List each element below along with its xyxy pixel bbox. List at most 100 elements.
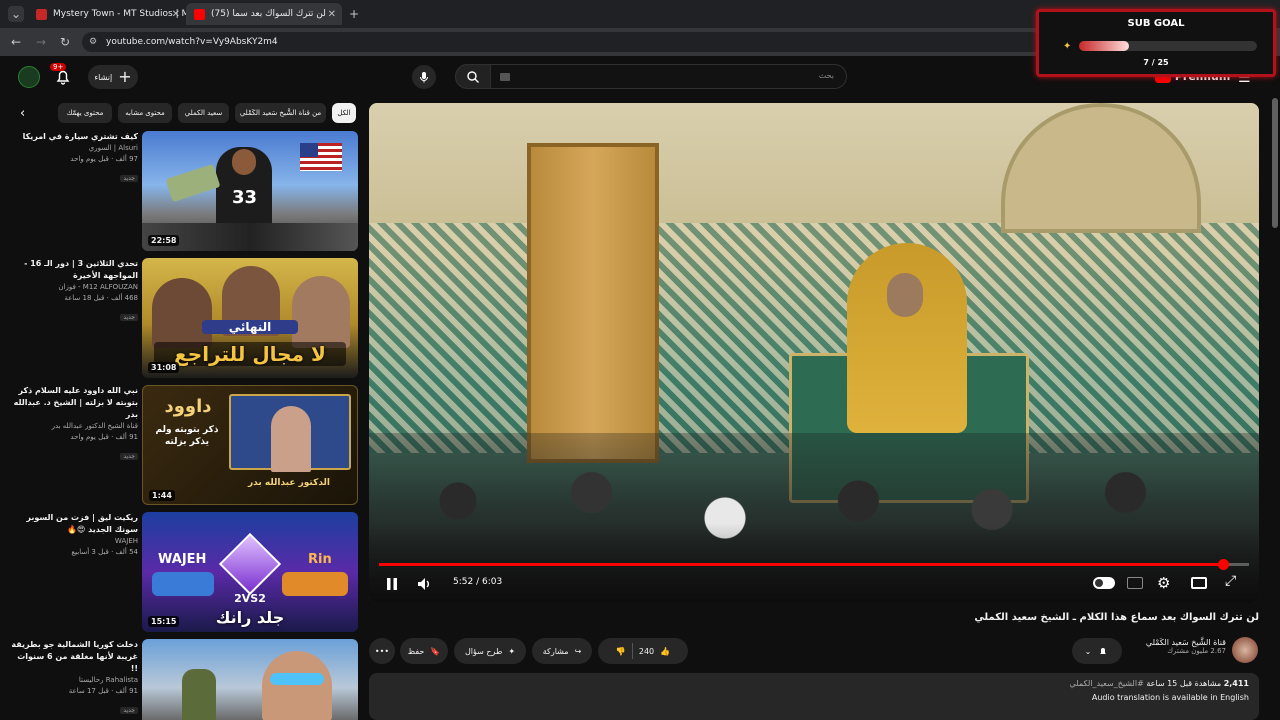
pause-button[interactable] [383,575,401,593]
progress-fill [379,563,1223,566]
sheikh-graphic [847,243,967,433]
video-player[interactable]: 5:52 / 6:03 ⚙ ⤢ [369,103,1259,603]
person-graphic [292,276,350,348]
more-actions-button[interactable]: ••• [369,638,395,664]
new-tab-icon[interactable]: + [346,6,362,22]
microphone-icon [420,72,428,83]
create-button[interactable]: إنشاء + [88,65,138,89]
related-info[interactable]: كيف تشتري سيارة في امريكا Alsuri | السور… [10,131,138,184]
subtitles-icon[interactable] [1127,577,1143,589]
related-info[interactable]: ريكيت ليق | فزت من السوبر سونك الجديد 😍🔥… [10,512,138,558]
chip-all[interactable]: الكل [332,103,356,123]
tab-favicon-icon [36,8,47,20]
bookmark-icon: 🔖 [430,646,441,656]
notification-count-badge: 9+ [50,63,67,71]
save-label: حفظ [407,646,425,656]
time-display: 5:52 / 6:03 [453,577,503,587]
site-info-icon[interactable]: ⚙ [89,32,97,52]
related-meta: 54 ألف · قبل 3 أسابيع [71,548,138,556]
miniplayer-icon[interactable] [1191,577,1207,589]
thumb-vs-text: 2VS2 [234,592,266,605]
sub-goal-progress-fill [1079,41,1129,51]
chip-for-you[interactable]: محتوى يهمّك [58,103,112,123]
flag-graphic [300,143,342,171]
bell-icon [1100,648,1107,654]
video-duration: 31:08 [148,362,180,373]
share-button[interactable]: مشاركة ↪ [532,638,592,664]
like-icon[interactable]: 👍 [660,647,670,656]
view-count: 2,411 [1223,679,1249,688]
video-title: لن تترك السواك بعد سماع هذا الكلام ـ الش… [974,612,1259,623]
search-button[interactable] [455,64,491,89]
related-title: دخلت كوريا الشمالية جو بطريقة غريبة لأنه… [11,640,138,673]
related-channel: M12 ALFOUZAN - فوزان [58,283,138,291]
ask-label: طرح سؤال [464,646,503,656]
page-scrollbar[interactable] [1272,98,1278,228]
related-title: تحدي الثلاثين 3 | دور الـ 16 - المواجهة … [24,259,138,280]
chip-channel[interactable]: من قناة الشَّيخ سَعيد الكَمْلي [235,103,326,123]
thumb-caption-text: لا مجال للتراجع [154,342,346,366]
new-badge: جديد [120,707,138,714]
wooden-door-graphic [527,143,659,463]
fullscreen-icon[interactable]: ⤢ [1225,573,1236,589]
related-info[interactable]: دخلت كوريا الشمالية جو بطريقة غريبة لأنه… [10,639,138,716]
address-bar[interactable]: ⚙ youtube.com/watch?v=Vy9AbsKY2m4 [82,32,1042,52]
chips-scroll-left-icon[interactable]: ‹ [20,106,25,121]
related-title: نبي الله داوود عليه السلام ذكر بتوبته لا… [13,386,138,419]
related-meta: 91 ألف · قبل يوم واحد [70,433,138,441]
chip-said-kamli[interactable]: سعيد الكملي [178,103,229,123]
orange-car-graphic [282,572,348,596]
tab-mystery-town[interactable]: Mystery Town - MT Studios | M ✕ [28,3,186,25]
description-box[interactable]: 2,411 مشاهدة قبل 15 ساعة #الشيخ_سعيد_الك… [369,673,1259,720]
rank-diamond-graphic [218,532,282,596]
channel-avatar[interactable] [1232,637,1258,663]
ask-button[interactable]: طرح سؤال ✦ [454,638,526,664]
keyboard-icon[interactable] [500,73,510,81]
related-channel: WAJEH [114,537,138,545]
search-placeholder: بحث [818,71,834,80]
search-input[interactable]: بحث [455,64,847,89]
reload-icon[interactable]: ↻ [57,34,73,50]
subscribed-button[interactable]: ⌄ [1072,638,1122,664]
tab-title: Mystery Town - MT Studios | M [53,9,186,19]
hashtag[interactable]: #الشيخ_سعيد_الكملي [1070,679,1144,688]
sub-goal-overlay: SUB GOAL ✦ 7 / 25 [1036,9,1276,77]
forward-icon[interactable]: → [33,34,49,50]
related-thumbnail[interactable]: النهائي لا مجال للتراجع 31:08 [142,258,358,378]
like-count: 240 [638,646,655,656]
avatar[interactable] [18,66,40,88]
new-badge: جديد [120,175,138,182]
settings-gear-icon[interactable]: ⚙ [1157,574,1170,592]
url-text: youtube.com/watch?v=Vy9AbsKY2m4 [106,37,278,47]
create-label: إنشاء [94,72,113,82]
related-info[interactable]: نبي الله داوود عليه السلام ذكر بتوبته لا… [10,385,138,462]
related-thumbnail[interactable]: داوود ذكر بتوبته ولم يذكر بزلته الدكتور … [142,385,358,505]
tab-youtube-video[interactable]: (75) لن تترك السواك بعد سما ✕ [186,3,342,25]
sparkle-icon: ✦ [1063,41,1072,52]
close-icon[interactable]: ✕ [172,9,180,20]
related-info[interactable]: تحدي الثلاثين 3 | دور الـ 16 - المواجهة … [10,258,138,323]
close-icon[interactable]: ✕ [328,9,336,20]
progress-scrubber[interactable] [1217,559,1229,570]
tab-search-button[interactable]: ⌄ [8,6,24,22]
notifications-button[interactable]: 9+ [50,63,74,88]
volume-button[interactable] [415,575,433,593]
related-thumbnail[interactable] [142,639,358,720]
related-thumbnail[interactable]: 33 22:58 [142,131,358,251]
new-badge: جديد [120,453,138,460]
thumb-right-text: Rin [308,552,332,567]
new-badge: جديد [120,314,138,321]
back-icon[interactable]: ← [8,34,24,50]
video-duration: 15:15 [148,616,180,627]
autoplay-toggle[interactable] [1093,577,1115,589]
blue-car-graphic [152,572,214,596]
progress-bar[interactable] [379,559,1249,570]
chip-similar[interactable]: محتوى مشابه [118,103,172,123]
cash-graphic [165,163,221,203]
related-thumbnail[interactable]: WAJEH Rin 2VS2 جلد رانك 15:15 [142,512,358,632]
voice-search-button[interactable] [412,65,436,89]
dislike-icon[interactable]: 👎 [616,647,626,656]
related-channel: قناة الشيخ الدكتور عبدالله بدر [51,422,138,430]
save-button[interactable]: حفظ 🔖 [400,638,448,664]
sub-goal-count: 7 / 25 [1143,58,1169,67]
